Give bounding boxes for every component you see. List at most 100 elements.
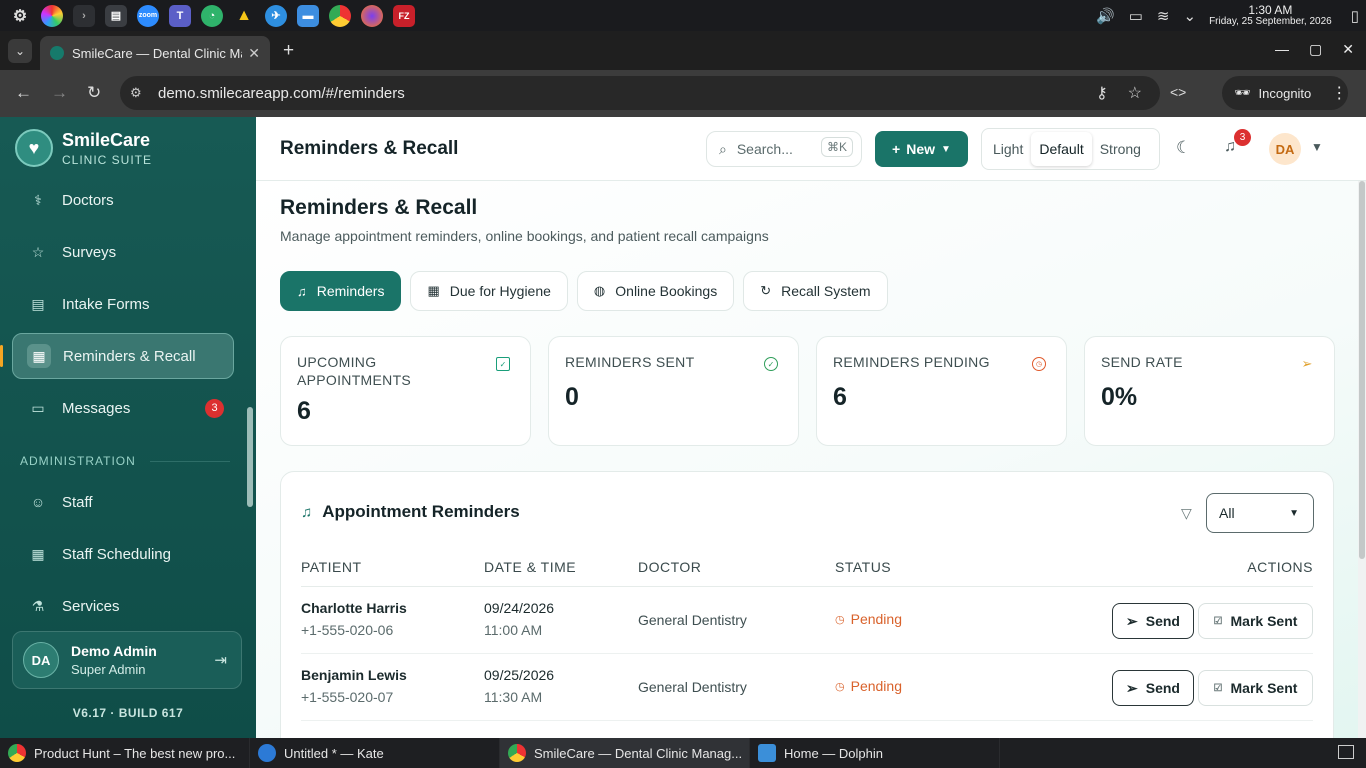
chevron-down-icon[interactable]: ▼ [1311, 140, 1323, 154]
search-icon: ⌕ [719, 140, 727, 157]
sidebar-item-messages[interactable]: ▭ Messages 3 [12, 385, 234, 431]
user-card[interactable]: DA Demo Admin Super Admin ⇥ [12, 631, 242, 689]
theme-default[interactable]: Default [1031, 132, 1092, 166]
wifi-icon[interactable]: ≋ [1157, 7, 1170, 25]
mark-sent-button[interactable]: ☑ Mark Sent [1198, 670, 1313, 706]
card-title-text: Appointment Reminders [322, 502, 520, 521]
tray-expand-icon[interactable]: ⌄ [1183, 7, 1196, 25]
taskbar-item[interactable]: Product Hunt – The best new pro... [0, 738, 250, 768]
brand[interactable]: ♥ SmileCare CLINIC SUITE [15, 129, 152, 167]
status-text: Pending [850, 611, 902, 627]
logout-icon[interactable]: ⇥ [214, 651, 227, 669]
status-filter-select[interactable]: All ▼ [1206, 493, 1314, 533]
theme-light[interactable]: Light [985, 132, 1031, 166]
firefox-icon[interactable] [361, 4, 383, 27]
new-tab-icon[interactable]: + [283, 40, 294, 62]
minimize-icon[interactable]: — [1275, 41, 1289, 58]
kde-connect-icon[interactable]: ✈ [265, 4, 287, 27]
doctor-name: General Dentistry [638, 612, 747, 628]
teams-icon[interactable]: T [169, 4, 191, 27]
task-manager-icon[interactable]: ▤ [105, 4, 127, 27]
avatar[interactable]: DA [1269, 133, 1301, 165]
color-picker-icon[interactable] [41, 4, 63, 27]
appointment-reminders-card: ♫ Appointment Reminders ▽ All ▼ PATIENT … [280, 471, 1334, 738]
reload-icon[interactable]: ↻ [87, 83, 101, 103]
stat-send-rate: SEND RATE 0% ➢ [1084, 336, 1335, 446]
send-button[interactable]: ➢ Send [1112, 603, 1194, 639]
tab-search-button[interactable]: ⌄ [8, 39, 32, 63]
tab-recall-system[interactable]: ↻ Recall System [743, 271, 888, 311]
browser-tab-active[interactable]: SmileCare — Dental Clinic Management ✕ [40, 36, 270, 70]
send-icon: ➢ [1126, 679, 1138, 696]
site-info-icon[interactable]: ⚙ [130, 85, 148, 101]
sidebar-item-staff-scheduling[interactable]: ▦ Staff Scheduling [12, 531, 234, 577]
taskbar-item[interactable]: SmileCare — Dental Clinic Manag... [500, 738, 750, 768]
tab-due-for-hygiene[interactable]: ▦ Due for Hygiene [410, 271, 568, 311]
address-bar[interactable]: ⚙ demo.smilecareapp.com/#/reminders ⚷ ☆ [120, 76, 1160, 110]
dark-mode-icon[interactable]: ☾ [1176, 138, 1191, 158]
stat-reminders-sent: REMINDERS SENT 0 ✓ [548, 336, 799, 446]
chrome-icon [508, 744, 526, 762]
clipboard-icon[interactable]: ▯ [1351, 7, 1359, 25]
sidebar-item-reminders-recall[interactable]: ▦ Reminders & Recall [12, 333, 234, 379]
taskbar-item[interactable]: Home — Dolphin [750, 738, 1000, 768]
sidebar-item-label: Intake Forms [62, 295, 150, 313]
sidebar-scrollbar[interactable] [247, 407, 253, 507]
tab-close-icon[interactable]: ✕ [248, 45, 260, 62]
stat-label: UPCOMING APPOINTMENTS [297, 354, 412, 388]
sidebar-item-doctors[interactable]: ⚕ Doctors [12, 183, 234, 223]
patient-name: Charlotte Harris [301, 600, 407, 616]
os-top-bar: ⚙ › ▤ zoom T ◔ ▲ ✈ ▬ FZ 🔊 ▭ ≋ ⌄ 1:30 AM … [0, 0, 1366, 31]
chrome-icon[interactable] [329, 4, 351, 27]
forward-icon[interactable]: → [51, 83, 68, 103]
column-header: STATUS [835, 559, 892, 575]
bell-icon: ♫ [297, 283, 307, 299]
tab-online-bookings[interactable]: ◍ Online Bookings [576, 271, 735, 311]
browser-menu-icon[interactable]: ⋮ [1331, 83, 1347, 103]
app-launcher-icon[interactable]: ⚙ [9, 5, 31, 27]
theme-switcher: Light Default Strong [981, 128, 1160, 170]
back-icon[interactable]: ← [15, 83, 32, 103]
scrollbar-thumb[interactable] [1359, 181, 1365, 559]
folder-icon [758, 744, 776, 762]
volume-icon[interactable]: 🔊 [1096, 7, 1115, 25]
stat-value: 6 [297, 397, 311, 425]
window-close-icon[interactable]: ✕ [1342, 41, 1354, 58]
filezilla-icon[interactable]: FZ [393, 4, 415, 27]
filter-icon: ▽ [1181, 505, 1192, 521]
zoom-icon[interactable]: zoom [137, 4, 159, 27]
sidebar-item-intake-forms[interactable]: ▤ Intake Forms [12, 281, 234, 327]
terminal-icon[interactable]: › [73, 4, 95, 27]
sidebar-item-label: Messages [62, 399, 131, 417]
send-label: Send [1145, 680, 1180, 696]
send-button[interactable]: ➢ Send [1112, 670, 1194, 706]
sidebar-item-services[interactable]: ⚗ Services [12, 583, 234, 619]
taskbar-item[interactable]: Untitled * — Kate [250, 738, 500, 768]
show-desktop-icon[interactable] [1338, 745, 1354, 759]
bookmark-star-icon[interactable]: ☆ [1128, 83, 1142, 103]
incognito-indicator[interactable]: 🕶 Incognito ⋮ [1222, 76, 1348, 110]
chrome-icon [8, 744, 26, 762]
new-button[interactable]: + New ▼ [875, 131, 968, 167]
clock-date: Friday, 25 September, 2026 [1209, 15, 1332, 27]
tab-reminders[interactable]: ♫ Reminders [280, 271, 402, 311]
sidebar-item-staff[interactable]: ☺ Staff [12, 479, 234, 525]
linux-icon[interactable]: ▲ [233, 5, 255, 27]
page-scrollbar[interactable] [1358, 181, 1366, 738]
mark-sent-button[interactable]: ☑ Mark Sent [1198, 603, 1313, 639]
theme-strong[interactable]: Strong [1092, 132, 1149, 166]
status-text: Pending [850, 678, 902, 694]
search-input[interactable]: ⌕ Search... ⌘K [706, 131, 862, 167]
system-clock[interactable]: 1:30 AM Friday, 25 September, 2026 [1209, 4, 1332, 27]
notifications-button[interactable]: ♫ 3 [1224, 129, 1251, 156]
sidebar-item-surveys[interactable]: ☆ Surveys [12, 229, 234, 275]
file-manager-icon[interactable]: ▬ [297, 4, 319, 27]
check-circle-icon: ✓ [764, 357, 778, 371]
devtools-icon[interactable]: <> [1170, 84, 1186, 100]
battery-icon[interactable]: ▭ [1129, 7, 1143, 25]
calendar-check-icon: ▦ [27, 344, 51, 368]
browser-toolbar: ← → ↻ ⚙ demo.smilecareapp.com/#/reminder… [0, 70, 1366, 117]
maximize-icon[interactable]: ▢ [1309, 41, 1322, 58]
chat-icon[interactable]: ◔ [201, 4, 223, 27]
password-key-icon[interactable]: ⚷ [1096, 83, 1108, 103]
